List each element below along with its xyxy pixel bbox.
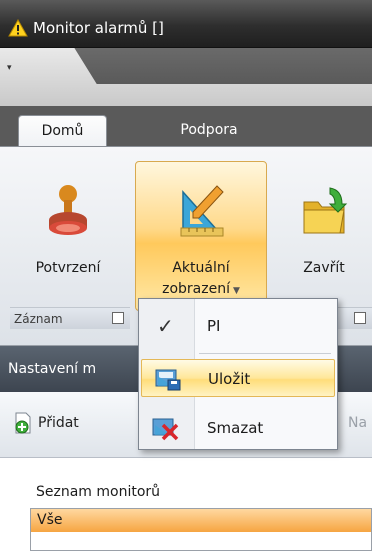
add-document-icon xyxy=(15,412,31,434)
aktualni-zobrazeni-button[interactable]: Aktuální zobrazení ▼ xyxy=(135,161,267,311)
menu-item-pi[interactable]: ✓ PI xyxy=(139,307,337,345)
stamp-icon xyxy=(49,185,87,235)
pridat-button[interactable]: Přidat xyxy=(14,404,79,444)
list-item[interactable]: Vše xyxy=(31,509,371,532)
monitor-list[interactable]: Vše xyxy=(30,508,372,551)
menu-item-smazat[interactable]: Smazat xyxy=(139,409,337,447)
panel-header-title: Nastavení m xyxy=(8,361,97,377)
menu-separator xyxy=(199,353,331,354)
menu-item-smazat-label: Smazat xyxy=(207,419,264,437)
pridat-label: Přidat xyxy=(38,415,79,431)
toolbar-partial-button[interactable]: Na xyxy=(348,404,367,444)
group-zaznam: Záznam xyxy=(10,307,130,329)
group-zaznam-label: Záznam xyxy=(14,312,63,326)
menu-item-ulozit[interactable]: Uložit xyxy=(141,359,335,397)
menu-item-ulozit-label: Uložit xyxy=(208,370,251,388)
quick-access-toolbar: ▾ xyxy=(0,48,372,106)
delete-view-icon xyxy=(152,418,179,441)
zavrit-label: Zavřít xyxy=(303,260,345,276)
monitor-list-label: Seznam monitorů xyxy=(36,484,161,500)
tab-domu[interactable]: Domů xyxy=(18,115,107,147)
aktualni-zobrazeni-menu: ✓ PI Uložit Smazat xyxy=(138,298,338,450)
aktualni-label: Aktuální xyxy=(172,260,230,276)
checkmark-icon: ✓ xyxy=(157,314,174,338)
tab-podpora[interactable]: Podpora xyxy=(164,115,254,147)
zavrit-button[interactable]: Zavřít xyxy=(280,161,368,311)
monitor-list-area: Seznam monitorů Vše xyxy=(0,458,372,551)
dialog-launcher-icon[interactable] xyxy=(112,312,124,324)
quick-access-dropdown-icon[interactable]: ▾ xyxy=(7,63,12,73)
window-title: Monitor alarmů [] xyxy=(33,19,164,37)
title-bar: Monitor alarmů [] xyxy=(0,0,372,48)
warning-icon xyxy=(8,19,28,37)
triangle-ruler-pencil-icon xyxy=(180,185,224,237)
dialog-launcher-icon[interactable] xyxy=(354,312,366,324)
folder-arrow-icon xyxy=(303,187,348,234)
zobrazeni-label: zobrazení xyxy=(162,281,230,297)
potvrzeni-button[interactable]: Potvrzení xyxy=(10,161,126,311)
save-view-icon xyxy=(155,369,181,391)
menu-item-pi-label: PI xyxy=(207,317,221,335)
potvrzeni-label: Potvrzení xyxy=(35,260,101,276)
